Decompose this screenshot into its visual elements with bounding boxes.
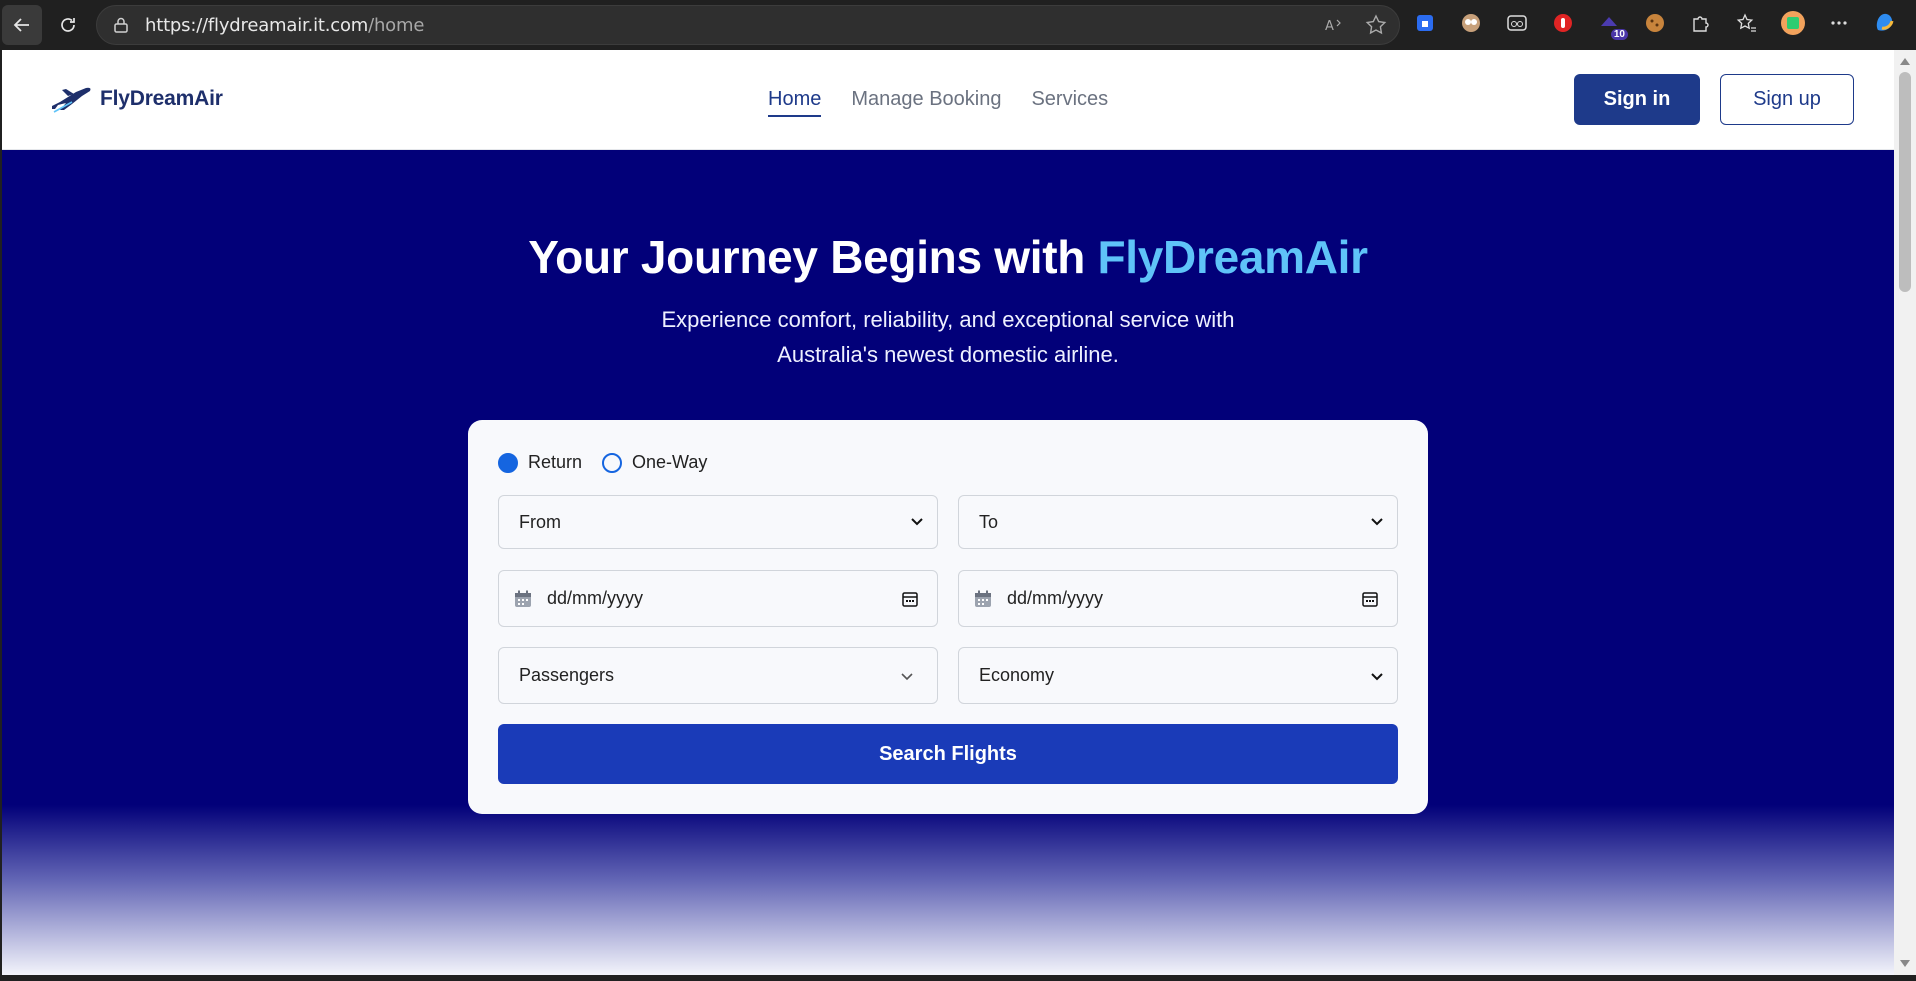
browser-toolbar: https://flydreamair.it.com/home A 10 bbox=[0, 0, 1916, 50]
arrow-left-icon bbox=[13, 18, 29, 32]
logo[interactable]: FlyDreamAir bbox=[50, 84, 223, 114]
scrollbar-thumb[interactable] bbox=[1899, 72, 1911, 292]
hero-title-accent: FlyDreamAir bbox=[1097, 231, 1369, 283]
extensions-bar: 10 bbox=[1410, 8, 1900, 40]
to-select[interactable]: To bbox=[958, 495, 1398, 549]
to-select-value: To bbox=[979, 511, 999, 532]
search-flights-button[interactable]: Search Flights bbox=[498, 724, 1398, 784]
main-nav: Home Manage Booking Services bbox=[768, 88, 1108, 117]
chevron-down-icon bbox=[1371, 673, 1383, 681]
reload-icon bbox=[61, 18, 75, 32]
url-path: /home bbox=[368, 14, 425, 36]
copilot-icon[interactable] bbox=[1870, 8, 1900, 38]
scroll-down-arrow-icon[interactable] bbox=[1900, 960, 1910, 967]
from-select[interactable]: From bbox=[498, 495, 938, 549]
sign-in-button[interactable]: Sign in bbox=[1574, 74, 1700, 125]
cookie-extension-icon[interactable] bbox=[1640, 8, 1670, 38]
passengers-dropdown[interactable]: Passengers bbox=[498, 647, 938, 704]
return-radio[interactable] bbox=[498, 452, 518, 473]
url-host: https://flydreamair.it.com bbox=[145, 14, 369, 36]
address-bar-actions: A bbox=[1323, 14, 1387, 36]
hero-subtitle: Experience comfort, reliability, and exc… bbox=[598, 302, 1298, 372]
owl-extension-icon[interactable] bbox=[1456, 8, 1486, 38]
hand-stop-extension-icon[interactable] bbox=[1548, 8, 1578, 38]
shield-extension-icon[interactable] bbox=[1410, 8, 1440, 38]
trip-type-group: Return One-Way bbox=[498, 452, 727, 473]
from-select-value: From bbox=[519, 511, 561, 532]
more-menu-icon[interactable] bbox=[1824, 8, 1854, 38]
calendar-icon bbox=[975, 590, 991, 607]
puzzle-extensions-icon[interactable] bbox=[1686, 8, 1716, 38]
site-header: FlyDreamAir Home Manage Booking Services… bbox=[2, 50, 1894, 150]
favorites-icon[interactable] bbox=[1732, 8, 1762, 38]
chevron-down-icon bbox=[1371, 518, 1383, 526]
site-info-icon[interactable] bbox=[111, 15, 131, 35]
cabin-class-select[interactable]: Economy bbox=[958, 647, 1398, 704]
one-way-radio[interactable] bbox=[602, 452, 623, 473]
read-aloud-icon[interactable]: A bbox=[1323, 14, 1345, 36]
date-picker-icon[interactable] bbox=[901, 590, 919, 608]
return-radio-label[interactable]: Return bbox=[528, 452, 582, 473]
favorite-star-icon[interactable] bbox=[1365, 14, 1387, 36]
url-text: https://flydreamair.it.com/home bbox=[145, 15, 424, 36]
hero-title-prefix: Your Journey Begins with bbox=[528, 231, 1098, 283]
chevron-down-icon bbox=[911, 518, 923, 526]
svg-text:A: A bbox=[1325, 19, 1334, 34]
date-picker-icon[interactable] bbox=[1361, 590, 1379, 608]
flight-search-form: Return One-Way From To dd/mm/yyyy dd/mm/… bbox=[468, 420, 1428, 814]
departure-date-text: dd/mm/yyyy bbox=[547, 588, 644, 608]
calendar-icon bbox=[515, 590, 531, 607]
cabin-class-value: Economy bbox=[979, 665, 1055, 685]
nav-services[interactable]: Services bbox=[1031, 88, 1108, 117]
hat-extension-icon[interactable]: 10 bbox=[1594, 8, 1628, 40]
glasses-extension-icon[interactable] bbox=[1502, 8, 1532, 38]
hero-section: Your Journey Begins with FlyDreamAir Exp… bbox=[2, 150, 1894, 975]
chevron-down-icon bbox=[901, 673, 913, 681]
return-date-input[interactable]: dd/mm/yyyy bbox=[958, 570, 1398, 627]
return-date-text: dd/mm/yyyy bbox=[1007, 588, 1104, 608]
hero-subtitle-line-1: Experience comfort, reliability, and exc… bbox=[661, 307, 1235, 332]
one-way-radio-label[interactable]: One-Way bbox=[632, 452, 707, 473]
logo-text: FlyDreamAir bbox=[100, 87, 223, 110]
calculator-extension-icon[interactable] bbox=[1778, 8, 1808, 38]
scroll-up-arrow-icon[interactable] bbox=[1900, 58, 1910, 65]
hero-subtitle-line-2: Australia's newest domestic airline. bbox=[777, 342, 1119, 367]
airplane-logo-icon bbox=[52, 87, 91, 113]
address-bar[interactable]: https://flydreamair.it.com/home A bbox=[96, 5, 1400, 45]
hero-title: Your Journey Begins with FlyDreamAir bbox=[2, 230, 1894, 284]
passengers-dropdown-value: Passengers bbox=[519, 665, 615, 685]
departure-date-input[interactable]: dd/mm/yyyy bbox=[498, 570, 938, 627]
back-button[interactable] bbox=[2, 5, 42, 45]
extension-badge: 10 bbox=[1610, 29, 1628, 40]
nav-manage-booking[interactable]: Manage Booking bbox=[851, 88, 1001, 117]
sign-up-button[interactable]: Sign up bbox=[1720, 74, 1854, 125]
page-viewport: FlyDreamAir Home Manage Booking Services… bbox=[2, 50, 1894, 975]
reload-button[interactable] bbox=[48, 5, 88, 45]
page-scrollbar[interactable] bbox=[1894, 50, 1916, 975]
nav-home[interactable]: Home bbox=[768, 88, 822, 117]
